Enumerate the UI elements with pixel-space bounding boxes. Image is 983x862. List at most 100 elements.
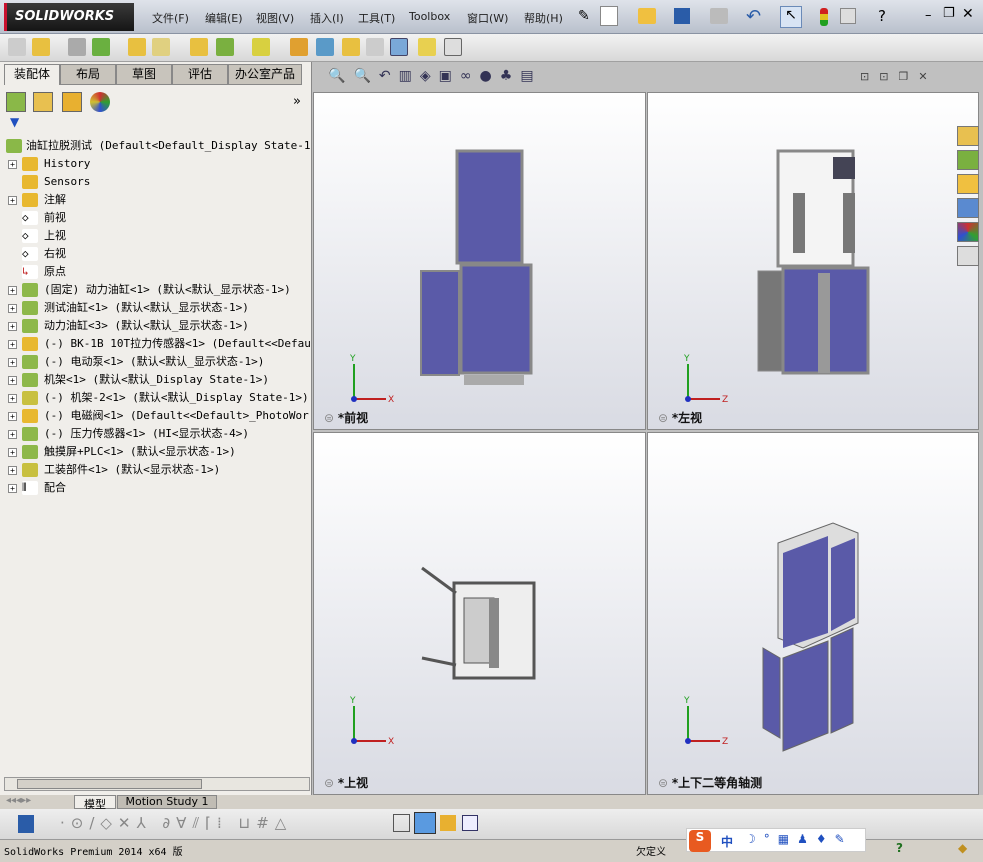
- tree-item[interactable]: + (-) 压力传感器<1> (HI<显示状态-4>): [4, 425, 310, 443]
- menu-help[interactable]: 帮助(H): [524, 10, 563, 26]
- display-manager-icon[interactable]: [90, 92, 110, 112]
- tree-item[interactable]: ◇ 右视: [4, 245, 310, 263]
- tree-item[interactable]: + ⫴ 配合: [4, 479, 310, 497]
- appearances-icon[interactable]: [957, 222, 979, 242]
- tree-item[interactable]: + 工装部件<1> (默认<显示状态-1>): [4, 461, 310, 479]
- ime-mode[interactable]: 中: [721, 833, 733, 850]
- new-document-icon[interactable]: [600, 6, 618, 26]
- menu-tools[interactable]: 工具(T): [358, 10, 395, 26]
- close-icon[interactable]: ✕: [918, 70, 937, 83]
- tree-item[interactable]: + (-) 电动泵<1> (默认<默认_显示状态-1>): [4, 353, 310, 371]
- expand-icon[interactable]: +: [8, 412, 17, 421]
- expand-icon[interactable]: +: [8, 304, 17, 313]
- viewport-isometric[interactable]: YZ ⊜ *上下二等角轴测: [647, 432, 979, 795]
- tab-scroll-arrows[interactable]: ◂◂◂▸▸: [6, 795, 31, 806]
- expand-icon[interactable]: +: [8, 340, 17, 349]
- expand-icon[interactable]: +: [8, 358, 17, 367]
- interference-detection-icon[interactable]: [418, 38, 436, 56]
- zoom-area-icon[interactable]: 🔍: [353, 68, 378, 84]
- tab-model[interactable]: 模型: [74, 795, 116, 811]
- tree-item[interactable]: + 机架<1> (默认<默认_Display State-1>): [4, 371, 310, 389]
- move-component-icon[interactable]: [152, 38, 170, 56]
- mate-icon[interactable]: [68, 38, 86, 56]
- help-icon[interactable]: ?: [878, 7, 886, 25]
- tree-item[interactable]: ↳ 原点: [4, 263, 310, 281]
- save-icon[interactable]: [18, 815, 34, 833]
- tree-root[interactable]: 油缸拉脱测试 (Default<Default_Display State-1>…: [4, 137, 310, 155]
- restore-icon[interactable]: ❐: [943, 6, 955, 21]
- show-hidden-icon[interactable]: [190, 38, 208, 56]
- shaded-view-icon[interactable]: [414, 812, 436, 834]
- tree-item[interactable]: + 动力油缸<3> (默认<默认_显示状态-1>): [4, 317, 310, 335]
- view-orientation-icon[interactable]: ◈: [420, 68, 439, 84]
- smart-fasteners-icon[interactable]: [128, 38, 146, 56]
- expand-icon[interactable]: +: [8, 430, 17, 439]
- explode-line-icon[interactable]: [366, 38, 384, 56]
- undo-icon[interactable]: ↶: [746, 6, 761, 27]
- section-view-icon[interactable]: ▥: [399, 68, 420, 84]
- tab-sketch[interactable]: 草图: [116, 64, 172, 85]
- property-manager-icon[interactable]: [33, 92, 53, 112]
- tab-assembly[interactable]: 装配体: [4, 64, 60, 85]
- expand-icon[interactable]: +: [8, 448, 17, 457]
- menu-edit[interactable]: 编辑(E): [205, 10, 243, 26]
- ime-tools[interactable]: ☽°▦♟♦✎: [745, 832, 853, 846]
- view-settings-icon[interactable]: ▤: [520, 68, 541, 84]
- bill-of-materials-icon[interactable]: [316, 38, 334, 56]
- save-icon[interactable]: [674, 8, 690, 24]
- reference-geometry-icon[interactable]: [252, 38, 270, 56]
- measure-icon[interactable]: [440, 815, 456, 831]
- close-icon[interactable]: ✕: [962, 6, 974, 22]
- help-icon[interactable]: ?: [896, 841, 903, 855]
- ime-toolbar[interactable]: S 中 ☽°▦♟♦✎: [686, 828, 866, 852]
- heads-up-view-toolbar[interactable]: 🔍🔍↶▥◈▣∞●♣▤: [328, 68, 542, 84]
- tree-item[interactable]: + (固定) 动力油缸<1> (默认<默认_显示状态-1>): [4, 281, 310, 299]
- apply-scene-icon[interactable]: ♣: [500, 68, 521, 84]
- tree-item[interactable]: + 注解: [4, 191, 310, 209]
- tab-layout[interactable]: 布局: [60, 64, 116, 85]
- menu-file[interactable]: 文件(F): [152, 10, 189, 26]
- menu-window[interactable]: 窗口(W): [467, 10, 508, 26]
- instant3d-icon[interactable]: [390, 38, 408, 56]
- tree-item[interactable]: + (-) 机架-2<1> (默认<默认_Display State-1>): [4, 389, 310, 407]
- assembly-features-icon[interactable]: [216, 38, 234, 56]
- restore-icon[interactable]: ❐: [898, 70, 918, 83]
- display-style-icon[interactable]: ▣: [439, 68, 460, 84]
- design-library-icon[interactable]: [957, 150, 979, 170]
- tree-horizontal-scrollbar[interactable]: [4, 777, 310, 791]
- link-views-icon[interactable]: ⊡: [860, 70, 879, 83]
- print-icon[interactable]: [710, 8, 728, 24]
- edit-component-icon[interactable]: [8, 38, 26, 56]
- menu-view[interactable]: 视图(V): [256, 10, 294, 26]
- large-assembly-icon[interactable]: [444, 38, 462, 56]
- tag-icon[interactable]: ◆: [958, 841, 967, 855]
- open-icon[interactable]: [638, 8, 656, 24]
- tree-item[interactable]: Sensors: [4, 173, 310, 191]
- expand-icon[interactable]: +: [8, 376, 17, 385]
- options-icon[interactable]: [840, 8, 856, 24]
- insert-component-icon[interactable]: [32, 38, 50, 56]
- minimize-icon[interactable]: –: [925, 8, 932, 23]
- tree-item[interactable]: ◇ 前视: [4, 209, 310, 227]
- scrollbar-thumb[interactable]: [17, 779, 202, 789]
- viewport-window-controls[interactable]: ⊡⊡❐✕: [860, 70, 938, 83]
- view-palette-icon[interactable]: [957, 198, 979, 218]
- expand-icon[interactable]: +: [8, 466, 17, 475]
- tree-item[interactable]: + 测试油缸<1> (默认<默认_显示状态-1>): [4, 299, 310, 317]
- tab-motion-study[interactable]: Motion Study 1: [117, 795, 217, 809]
- tab-evaluate[interactable]: 评估: [172, 64, 228, 85]
- zoom-to-fit-icon[interactable]: 🔍: [328, 68, 353, 84]
- custom-properties-icon[interactable]: [957, 246, 979, 266]
- tree-item[interactable]: ◇ 上视: [4, 227, 310, 245]
- viewport-front[interactable]: YX ⊜ *前视: [313, 92, 646, 430]
- file-explorer-icon[interactable]: [957, 174, 979, 194]
- tree-item[interactable]: + History: [4, 155, 310, 173]
- configuration-manager-icon[interactable]: [62, 92, 82, 112]
- solidworks-resources-icon[interactable]: [957, 126, 979, 146]
- new-motion-study-icon[interactable]: [290, 38, 308, 56]
- exploded-view-icon[interactable]: [342, 38, 360, 56]
- expand-icon[interactable]: +: [8, 196, 17, 205]
- sogou-icon[interactable]: S: [689, 830, 711, 852]
- feature-manager-icon[interactable]: [6, 92, 26, 112]
- expand-icon[interactable]: +: [8, 394, 17, 403]
